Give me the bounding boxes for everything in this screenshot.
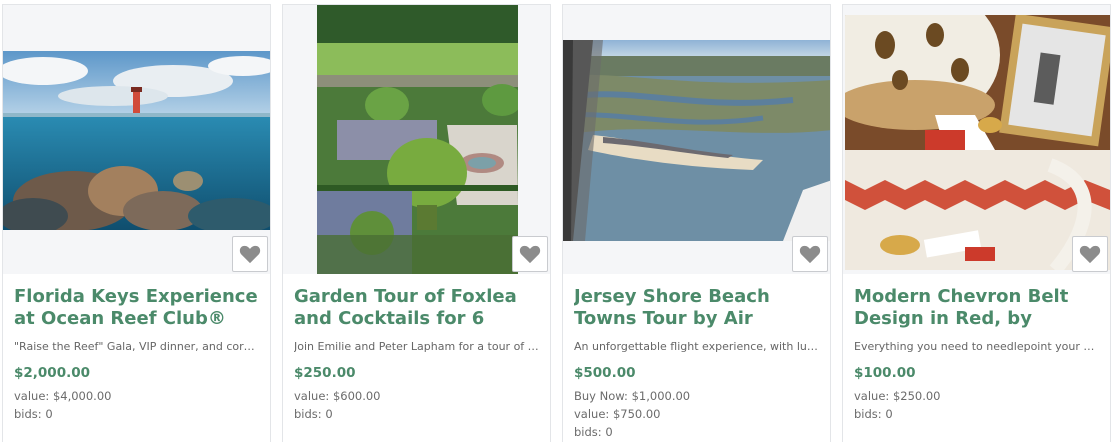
item-title[interactable]: Jersey Shore Beach Towns Tour by Air (574, 286, 820, 330)
item-current-price: $250.00 (294, 365, 356, 381)
item-current-price: $500.00 (574, 365, 636, 381)
heart-icon (519, 244, 541, 264)
item-value: value: $250.00 (854, 389, 941, 403)
auction-item-card[interactable]: Garden Tour of Foxlea and Cocktails for … (282, 4, 551, 442)
favorite-button[interactable] (792, 236, 828, 272)
item-bids: bids: 0 (574, 425, 613, 439)
item-image-area[interactable] (843, 5, 1110, 274)
item-photo-needlepoint[interactable] (845, 15, 1110, 270)
item-image-area[interactable] (283, 5, 550, 274)
item-description: An unforgettable flight experience, with… (574, 340, 820, 353)
item-value: value: $4,000.00 (14, 389, 112, 403)
item-current-price: $100.00 (854, 365, 916, 381)
heart-icon (799, 244, 821, 264)
item-title[interactable]: Modern Chevron Belt Design in Red, by La… (854, 286, 1100, 330)
item-meta: value: $250.00 bids: 0 (854, 387, 1100, 423)
item-value: value: $600.00 (294, 389, 381, 403)
heart-icon (1079, 244, 1101, 264)
item-bids: bids: 0 (294, 407, 333, 421)
auction-items-grid: Florida Keys Experience at Ocean Reef Cl… (0, 0, 1114, 442)
heart-icon (239, 244, 261, 264)
item-image-area[interactable] (3, 5, 270, 274)
item-bids: bids: 0 (14, 407, 53, 421)
favorite-button[interactable] (232, 236, 268, 272)
item-title[interactable]: Garden Tour of Foxlea and Cocktails for … (294, 286, 540, 330)
item-image-area[interactable] (563, 5, 830, 274)
item-meta: Buy Now: $1,000.00 value: $750.00 bids: … (574, 387, 820, 441)
item-value: value: $750.00 (574, 407, 661, 421)
item-buy-now: Buy Now: $1,000.00 (574, 389, 691, 403)
item-description: Everything you need to needlepoint your … (854, 340, 1100, 353)
item-meta: value: $600.00 bids: 0 (294, 387, 540, 423)
item-photo-aerial[interactable] (563, 40, 830, 241)
favorite-button[interactable] (1072, 236, 1108, 272)
favorite-button[interactable] (512, 236, 548, 272)
auction-item-card[interactable]: Florida Keys Experience at Ocean Reef Cl… (2, 4, 271, 442)
item-title[interactable]: Florida Keys Experience at Ocean Reef Cl… (14, 286, 260, 330)
item-current-price: $2,000.00 (14, 365, 91, 381)
auction-item-card[interactable]: Modern Chevron Belt Design in Red, by La… (842, 4, 1111, 442)
item-photo-garden[interactable] (317, 5, 518, 274)
item-description: "Raise the Reef" Gala, VIP dinner, and c… (14, 340, 260, 353)
item-meta: value: $4,000.00 bids: 0 (14, 387, 260, 423)
item-photo-reef[interactable] (3, 51, 270, 230)
item-bids: bids: 0 (854, 407, 893, 421)
auction-item-card[interactable]: Jersey Shore Beach Towns Tour by Air An … (562, 4, 831, 442)
item-description: Join Emilie and Peter Lapham for a tour … (294, 340, 540, 353)
